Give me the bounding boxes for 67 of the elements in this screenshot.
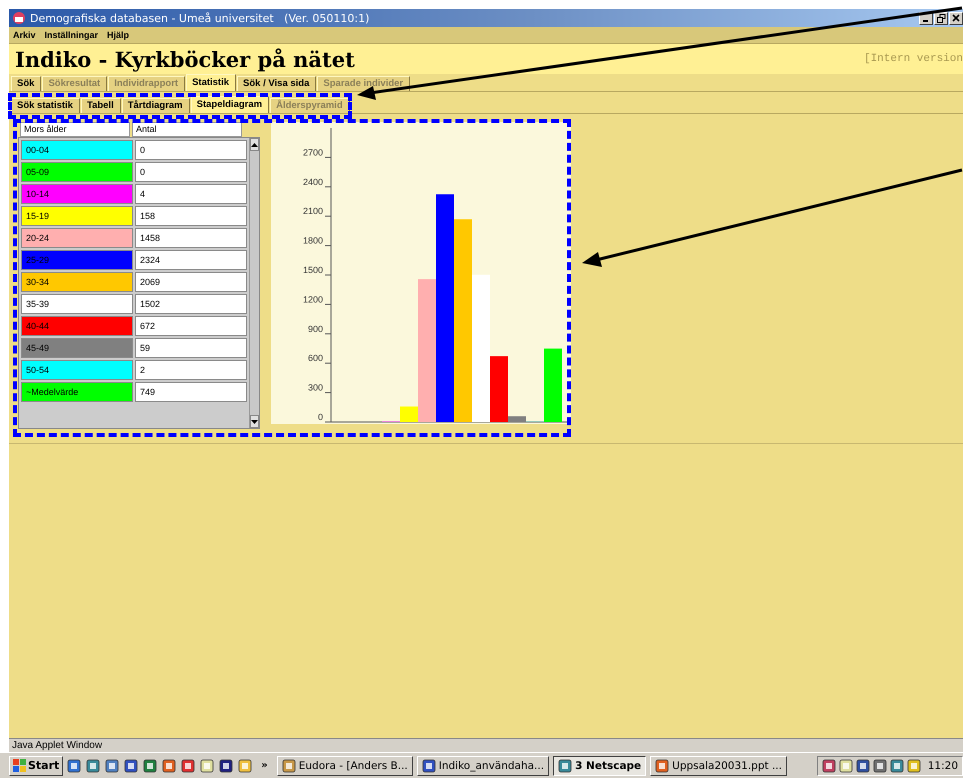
legend-cell: 30-34: [21, 272, 133, 292]
legend-cell: 45-49: [21, 338, 133, 358]
subtab[interactable]: Tårtdiagram: [122, 98, 190, 113]
close-icon: [952, 14, 960, 22]
close-button[interactable]: [949, 12, 963, 24]
legend-cell: 50-54: [21, 360, 133, 380]
taskbar-button[interactable]: Uppsala20031.ppt ...: [650, 756, 787, 776]
windows-flag-icon: [13, 759, 26, 772]
subtab[interactable]: Stapeldiagram: [190, 96, 270, 113]
legend-cell: 15-19: [21, 206, 133, 226]
axis-label: 300: [308, 382, 323, 393]
legend-cell: 10-14: [21, 184, 133, 204]
up-arrow-icon: [251, 142, 258, 146]
column-header: Mors ålder: [20, 122, 130, 137]
axis-label: 2400: [302, 176, 323, 187]
status-bar: Java Applet Window: [9, 738, 963, 752]
table-cell: 672: [135, 316, 247, 336]
table-cell: 0: [135, 162, 247, 182]
table-cell: 59: [135, 338, 247, 358]
legend-cell: 25-29: [21, 250, 133, 270]
scroll-up-button[interactable]: [250, 138, 259, 151]
axis-label: 1800: [302, 236, 323, 246]
legend-cell: 00-04: [21, 140, 133, 160]
axis-label: 0: [318, 412, 323, 422]
axis-label: 900: [308, 324, 323, 334]
window-title: Demografiska databasen - Umeå universitet (Ver. 050110:1): [30, 12, 370, 24]
table-cell: 749: [135, 382, 247, 402]
tab[interactable]: Sök: [11, 76, 42, 91]
taskbar-button[interactable]: Eudora - [Anders B...: [276, 756, 413, 776]
table-cell: 1502: [135, 294, 247, 314]
table-cell: 1458: [135, 228, 247, 248]
axis-label: 1500: [302, 265, 323, 275]
app-heading: Indiko - Kyrkböcker på nätet: [15, 46, 355, 72]
legend-cell: 40-44: [21, 316, 133, 336]
subtab[interactable]: Tabell: [80, 98, 121, 113]
version-note: [Intern version: [864, 53, 963, 65]
legend-cell: 05-09: [21, 162, 133, 182]
table-cell: 4: [135, 184, 247, 204]
table-cell: 158: [135, 206, 247, 226]
menu-item[interactable]: Inställningar: [44, 30, 98, 40]
table-cell: 2069: [135, 272, 247, 292]
more-button[interactable]: »: [256, 760, 273, 771]
menu-item[interactable]: Hjälp: [107, 30, 130, 40]
table-cell: 0: [135, 140, 247, 160]
menu-item[interactable]: Arkiv: [13, 30, 36, 40]
legend-cell: 20-24: [21, 228, 133, 248]
legend-cell: ~Medelvärde: [21, 382, 133, 402]
start-button[interactable]: Start: [9, 756, 64, 776]
table-cell: 2324: [135, 250, 247, 270]
subtab[interactable]: Sök statistik: [11, 98, 80, 113]
axis-label: 2100: [302, 206, 323, 216]
column-header: Antal: [132, 122, 242, 137]
taskbar-button[interactable]: 3 Netscape: [553, 756, 646, 776]
axis-label: 1200: [302, 294, 323, 304]
down-arrow-icon: [251, 420, 258, 424]
scroll-down-button[interactable]: [250, 415, 259, 428]
axis-label: 2700: [302, 147, 323, 158]
tab[interactable]: Sök / Visa sida: [237, 76, 316, 91]
table-cell: 2: [135, 360, 247, 380]
scrollbar[interactable]: [249, 138, 259, 428]
axis-label: 600: [308, 353, 323, 364]
restore-button[interactable]: [934, 12, 948, 24]
taskbar-button[interactable]: Indiko_användaha...: [416, 756, 550, 776]
legend-cell: 35-39: [21, 294, 133, 314]
restore-icon: [936, 14, 946, 22]
tab[interactable]: Statistik: [186, 74, 236, 91]
clock: 11:20: [928, 760, 958, 772]
